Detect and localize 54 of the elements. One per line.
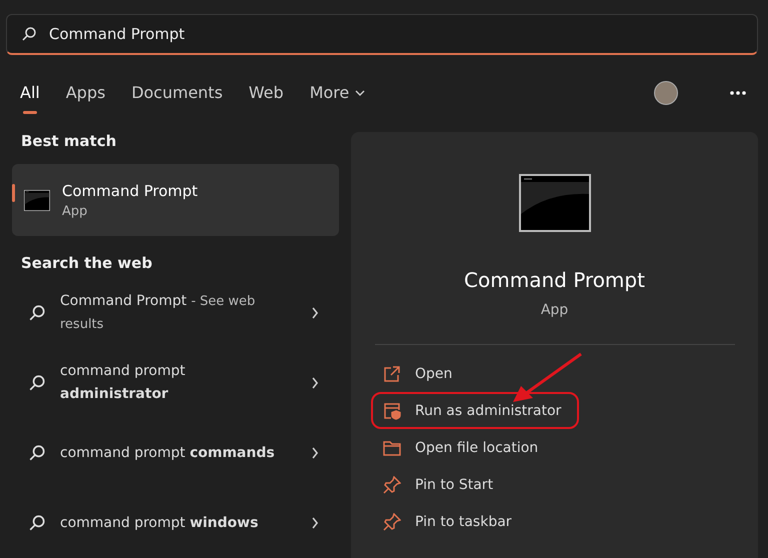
selected-indicator (22, 111, 37, 114)
search-field[interactable]: Command Prompt (6, 14, 758, 56)
action-label: Pin to Start (415, 476, 494, 492)
chevron-down-icon (355, 90, 366, 96)
web-result-text: Command Prompt - See web results (60, 292, 256, 334)
app-title: Command Prompt (464, 268, 645, 292)
console-window-icon (518, 174, 590, 232)
app-subtitle: App (540, 302, 568, 318)
best-match-item[interactable]: Command Prompt App (12, 164, 339, 236)
external-link-icon (383, 364, 401, 382)
web-result-text: command prompt administrator (60, 362, 186, 404)
web-result[interactable]: command prompt commands (12, 418, 339, 488)
search-icon (28, 444, 46, 462)
tab[interactable]: Web (248, 79, 284, 106)
tab[interactable]: All (20, 79, 40, 106)
pin-icon (383, 476, 401, 494)
search-icon (28, 304, 46, 322)
action-item[interactable]: Pin to Start (371, 466, 738, 503)
web-result[interactable]: Command Prompt - See web results (12, 278, 339, 348)
action-label: Pin to taskbar (415, 514, 512, 530)
action-item[interactable]: Open file location (371, 429, 738, 466)
action-label: Open (415, 366, 452, 382)
annotation-arrow (511, 352, 583, 404)
search-icon (21, 26, 37, 42)
search-value: Command Prompt (49, 25, 185, 44)
shield-window-icon (383, 402, 401, 420)
search-icon (28, 374, 46, 392)
web-result-text: command prompt commands (60, 444, 275, 462)
web-result[interactable]: command prompt windows (12, 488, 339, 558)
result-subtitle: App (62, 204, 88, 218)
web-result[interactable]: command prompt administrator (12, 348, 339, 418)
pin-icon (383, 512, 401, 530)
tab[interactable]: More (310, 79, 366, 106)
tab[interactable]: Apps (66, 79, 106, 106)
section-heading: Best match (20, 132, 118, 150)
folder-icon (383, 440, 401, 456)
selection-accent (12, 184, 15, 202)
chevron-right-icon (311, 377, 319, 389)
search-icon (28, 514, 46, 532)
result-title: Command Prompt (62, 182, 198, 200)
action-label: Run as administrator (415, 402, 562, 418)
avatar[interactable] (654, 80, 678, 105)
action-label: Open file location (415, 440, 538, 456)
chevron-right-icon (311, 447, 319, 459)
chevron-right-icon (311, 307, 319, 319)
section-heading: Search the web (20, 254, 154, 272)
action-item[interactable]: Open (371, 355, 738, 392)
web-result-text: command prompt windows (60, 514, 260, 532)
console-window-icon (24, 190, 50, 210)
ellipsis-icon (730, 90, 746, 95)
chevron-right-icon (311, 517, 319, 529)
action-item[interactable]: Run as administrator (371, 392, 579, 429)
tab[interactable]: Documents (131, 79, 223, 106)
action-item[interactable]: Pin to taskbar (371, 503, 738, 540)
